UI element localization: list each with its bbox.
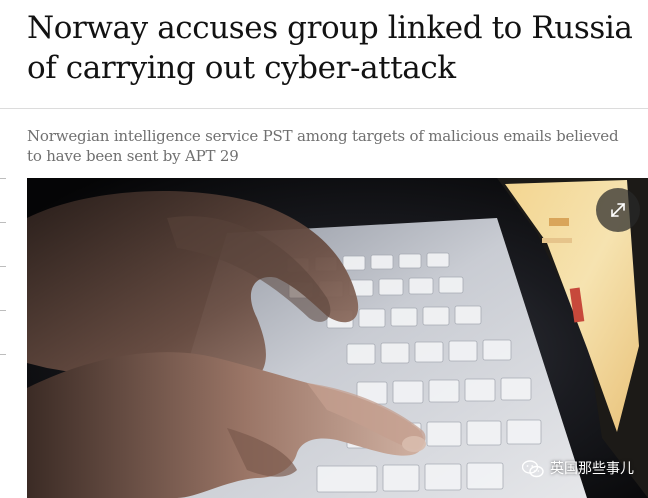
watermark-text: 英国那些事儿 bbox=[550, 461, 634, 477]
headline: Norway accuses group linked to Russia of… bbox=[27, 10, 633, 86]
source-watermark: 英国那些事儿 bbox=[522, 460, 634, 478]
standfirst: Norwegian intelligence service PST among… bbox=[27, 127, 619, 165]
margin-dots bbox=[0, 178, 8, 378]
expand-arrows-icon bbox=[611, 203, 625, 217]
article: Norway accuses group linked to Russia of… bbox=[0, 0, 648, 498]
wechat-icon bbox=[522, 460, 544, 478]
photo-illustration-laptop-typing bbox=[27, 178, 648, 498]
expand-image-button[interactable] bbox=[596, 188, 640, 232]
article-photo[interactable]: 英国那些事儿 bbox=[27, 178, 648, 498]
divider bbox=[0, 108, 648, 109]
